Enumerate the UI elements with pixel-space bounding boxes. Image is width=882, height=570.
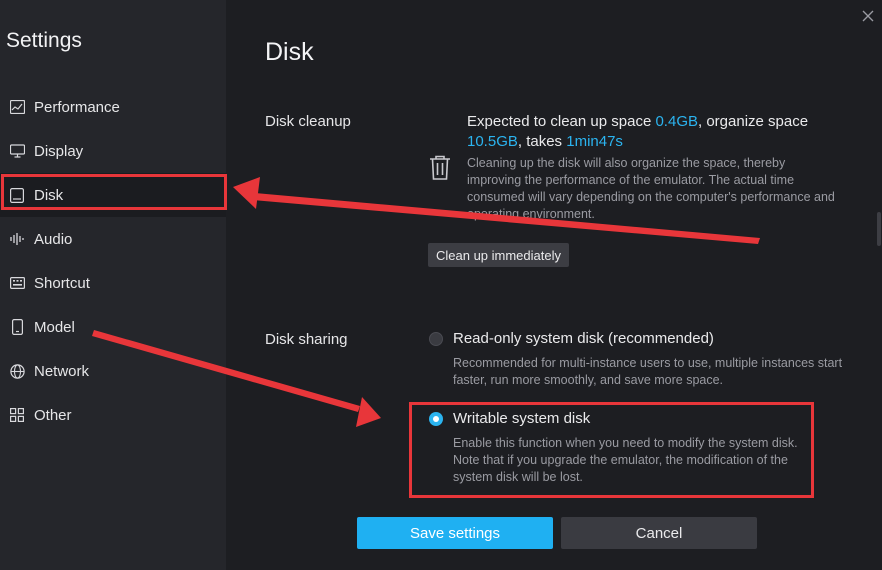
- sidebar-item-label: Other: [34, 406, 72, 424]
- phone-icon: [9, 319, 25, 335]
- option-read-only-title: Read-only system disk (recommended): [453, 330, 714, 347]
- trash-icon: [428, 154, 452, 182]
- save-button[interactable]: Save settings: [357, 517, 553, 549]
- sidebar-item-label: Performance: [34, 98, 120, 116]
- disk-icon: [9, 187, 25, 203]
- summary-takes: , takes: [517, 133, 567, 150]
- sidebar-item-disk[interactable]: Disk: [0, 173, 226, 217]
- sidebar-item-network[interactable]: Network: [0, 349, 226, 393]
- disk-sharing-label: Disk sharing: [265, 331, 348, 348]
- sidebar-item-label: Audio: [34, 230, 73, 248]
- organize-size: 10.5GB: [467, 133, 518, 150]
- cleanup-summary: Expected to clean up space 0.4GB, organi…: [467, 112, 827, 152]
- sidebar-item-audio[interactable]: Audio: [0, 217, 226, 261]
- grid-icon: [9, 407, 25, 423]
- sidebar-item-label: Model: [34, 318, 75, 336]
- chart-line-icon: [9, 99, 25, 115]
- monitor-icon: [9, 143, 25, 159]
- radio-read-only[interactable]: [429, 332, 443, 346]
- summary-prefix: Expected to clean up space: [467, 113, 656, 130]
- sidebar-item-label: Display: [34, 142, 84, 160]
- sidebar-item-other[interactable]: Other: [0, 393, 226, 437]
- cancel-button[interactable]: Cancel: [561, 517, 757, 549]
- cleanup-size: 0.4GB: [655, 113, 698, 130]
- sidebar-item-label: Disk: [34, 186, 64, 204]
- sidebar-item-display[interactable]: Display: [0, 129, 226, 173]
- option-writable-title: Writable system disk: [453, 410, 591, 427]
- option-writable-description: Enable this function when you need to mo…: [453, 436, 798, 484]
- page-title: Disk: [265, 38, 314, 66]
- audio-wave-icon: [9, 231, 25, 247]
- close-icon[interactable]: [858, 6, 878, 26]
- scrollbar-thumb[interactable]: [877, 212, 881, 246]
- clean-up-button[interactable]: Clean up immediately: [428, 243, 569, 267]
- sidebar-item-performance[interactable]: Performance: [0, 85, 226, 129]
- sidebar-item-shortcut[interactable]: Shortcut: [0, 261, 226, 305]
- disk-cleanup-label: Disk cleanup: [265, 113, 351, 130]
- sidebar-item-label: Shortcut: [34, 274, 90, 292]
- keyboard-icon: [9, 275, 25, 291]
- cleanup-description: Cleaning up the disk will also organize …: [467, 156, 835, 221]
- option-read-only-description: Recommended for multi-instance users to …: [453, 356, 843, 387]
- globe-icon: [9, 363, 25, 379]
- sidebar-item-model[interactable]: Model: [0, 305, 226, 349]
- summary-mid: , organize space: [698, 113, 809, 130]
- sidebar-item-label: Network: [34, 362, 90, 380]
- app-title: Settings: [6, 29, 82, 52]
- radio-writable[interactable]: [429, 412, 443, 426]
- sidebar: Settings Performance Display Disk Audio …: [0, 0, 226, 570]
- cleanup-duration: 1min47s: [566, 133, 623, 150]
